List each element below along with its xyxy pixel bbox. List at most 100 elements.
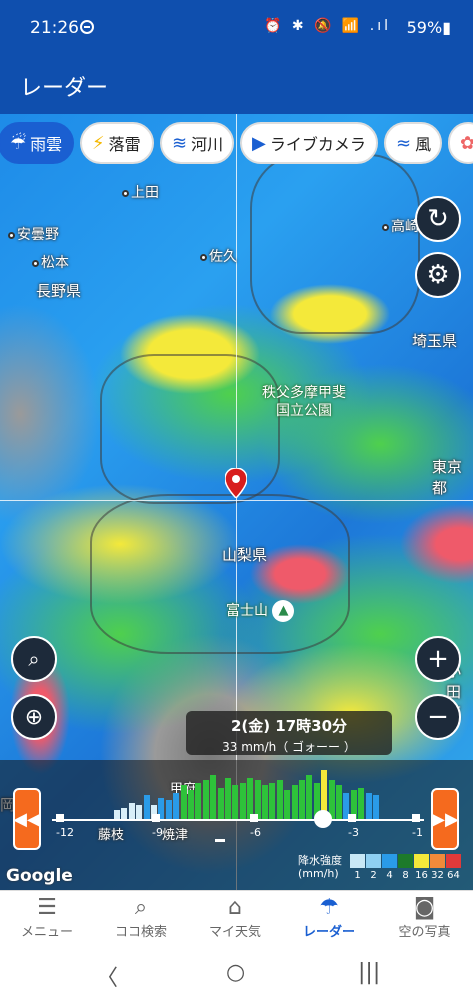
step-forward-button[interactable]: ▶▶ bbox=[431, 788, 459, 850]
place-label: 上田 bbox=[122, 182, 159, 202]
precip-bar bbox=[128, 802, 135, 820]
precip-bar bbox=[217, 787, 224, 820]
home-button[interactable]: ○ bbox=[226, 960, 245, 985]
precip-bar bbox=[291, 785, 298, 820]
precip-bar bbox=[358, 787, 365, 820]
zoom-out-button[interactable]: − bbox=[415, 694, 461, 740]
precip-bar bbox=[336, 785, 342, 820]
tab-river[interactable]: ≋ 河川 bbox=[160, 122, 234, 164]
nav-sky-photo[interactable]: ◙ 空の写真 bbox=[376, 891, 473, 947]
camera-icon: ▶ bbox=[252, 132, 266, 154]
precip-bar bbox=[239, 782, 246, 820]
precip-bar bbox=[306, 775, 313, 820]
do-not-disturb-icon bbox=[80, 20, 94, 34]
prefecture-label: 長野県 bbox=[36, 282, 82, 300]
locate-icon: ⊕ bbox=[24, 704, 44, 730]
tab-more[interactable]: ✿ bbox=[448, 122, 473, 164]
status-icons: ⏰ ✱ 🔕 📶 .ıl bbox=[263, 18, 391, 34]
tab-live-camera[interactable]: ▶ ライブカメラ bbox=[240, 122, 378, 164]
layer-tabs: ☔ 雨雲 ⚡ 落雷 ≋ 河川 ▶ ライブカメラ ≈ 風 ✿ bbox=[0, 122, 473, 166]
legend-swatch bbox=[398, 854, 413, 868]
place-label: 安曇野 bbox=[8, 224, 59, 244]
timeline-slider-handle[interactable] bbox=[314, 810, 332, 828]
battery-indicator: 59%▮ bbox=[406, 18, 451, 37]
precip-bar bbox=[143, 795, 150, 820]
refresh-icon: ↻ bbox=[427, 204, 449, 234]
legend-swatch bbox=[446, 854, 461, 868]
timeline-tick-label: -3 bbox=[348, 826, 359, 839]
wind-icon: ≈ bbox=[396, 132, 412, 154]
recents-button[interactable]: ||| bbox=[358, 960, 380, 985]
precip-bar bbox=[232, 785, 239, 820]
legend-label: 16 bbox=[415, 870, 428, 881]
legend-swatch bbox=[382, 854, 397, 868]
timeline-tick-label: -6 bbox=[250, 826, 261, 839]
refresh-button[interactable]: ↻ bbox=[415, 196, 461, 242]
legend-label: 2 bbox=[370, 870, 377, 881]
precip-bar bbox=[173, 792, 180, 820]
place-label: 松本 bbox=[32, 252, 69, 272]
precip-bar bbox=[195, 782, 202, 820]
radar-datetime: 2(金) 17時30分 bbox=[230, 717, 348, 735]
place-label: 焼津 bbox=[162, 828, 189, 843]
precip-history-bars bbox=[114, 770, 384, 820]
zoom-in-button[interactable]: + bbox=[415, 636, 461, 682]
tab-rain-cloud[interactable]: ☔ 雨雲 bbox=[0, 122, 74, 164]
place-label: 藤枝 bbox=[98, 828, 125, 843]
back-button[interactable]: 〈 bbox=[96, 960, 118, 992]
timeline-tick-label: -12 bbox=[56, 826, 74, 839]
current-location-button[interactable]: ⊕ bbox=[11, 694, 57, 740]
place-label: 高崎 bbox=[382, 216, 419, 236]
nav-my-weather[interactable]: ⌂ マイ天気 bbox=[188, 891, 282, 947]
prefecture-label: 東京都 bbox=[432, 458, 463, 497]
bottom-nav: ☰ メニュー ⌕ ココ検索 ⌂ マイ天気 ☂ レーダー ◙ 空の写真 bbox=[0, 890, 473, 946]
search-icon: ⌕ bbox=[134, 895, 148, 920]
status-bar: 21:26 ⏰ ✱ 🔕 📶 .ıl 59%▮ bbox=[0, 0, 473, 58]
prefecture-border bbox=[100, 354, 280, 504]
radar-map[interactable]: 上田 安曇野 松本 佐久 高崎 長野県 埼玉県 東京都 山梨県 岡県 小田原 秩… bbox=[0, 114, 473, 890]
prefecture-border bbox=[250, 154, 420, 334]
precip-bar bbox=[188, 790, 194, 820]
gear-icon: ⚙ bbox=[426, 260, 450, 290]
timeline-tick bbox=[152, 814, 160, 822]
legend-title: 降水強度 (mm/h) bbox=[298, 854, 342, 880]
step-back-button[interactable]: ◀◀ bbox=[13, 788, 41, 850]
legend-label: 4 bbox=[386, 870, 393, 881]
search-button[interactable]: ⌕ bbox=[11, 636, 57, 682]
settings-button[interactable]: ⚙ bbox=[415, 252, 461, 298]
status-time: 21:26 bbox=[30, 18, 79, 38]
crosshair-horizontal bbox=[0, 500, 473, 501]
precip-bar bbox=[299, 780, 305, 820]
location-pin-icon bbox=[225, 468, 247, 498]
flower-icon: ✿ bbox=[460, 132, 473, 154]
legend-swatch bbox=[350, 854, 365, 868]
precip-bar bbox=[365, 792, 372, 820]
minus-icon: − bbox=[427, 702, 449, 732]
tab-wind[interactable]: ≈ 風 bbox=[384, 122, 442, 164]
mountain-icon: ▲ bbox=[272, 600, 295, 622]
prefecture-label: 埼玉県 bbox=[412, 332, 458, 350]
park-label: 秩父多摩甲斐 国立公園 bbox=[262, 385, 346, 419]
timeline-tick bbox=[56, 814, 64, 822]
app-bar: レーダー bbox=[0, 58, 473, 114]
photo-camera-icon: ◙ bbox=[413, 895, 436, 920]
tab-lightning[interactable]: ⚡ 落雷 bbox=[80, 122, 154, 164]
nav-menu[interactable]: ☰ メニュー bbox=[0, 891, 94, 947]
precip-bar bbox=[276, 780, 283, 820]
precip-bar bbox=[284, 790, 291, 820]
legend-label: 1 bbox=[354, 870, 361, 881]
prefecture-border bbox=[90, 494, 350, 654]
system-nav-bar: 〈 ○ ||| bbox=[0, 946, 473, 1000]
nav-search[interactable]: ⌕ ココ検索 bbox=[94, 891, 188, 947]
rain-intensity: 33 mm/h（ ゴォーー ） bbox=[222, 740, 356, 754]
mountain-label: 富士山 ▲ bbox=[226, 600, 295, 622]
precip-bar bbox=[180, 785, 187, 820]
prefecture-label: 山梨県 bbox=[222, 546, 268, 564]
timeline-track[interactable] bbox=[52, 819, 424, 821]
fast-forward-icon: ▶▶ bbox=[431, 808, 459, 830]
timeline-tick bbox=[250, 814, 258, 822]
plus-icon: + bbox=[427, 644, 449, 674]
legend-label: 8 bbox=[402, 870, 409, 881]
legend-label: 32 bbox=[431, 870, 444, 881]
nav-radar[interactable]: ☂ レーダー bbox=[282, 891, 376, 947]
